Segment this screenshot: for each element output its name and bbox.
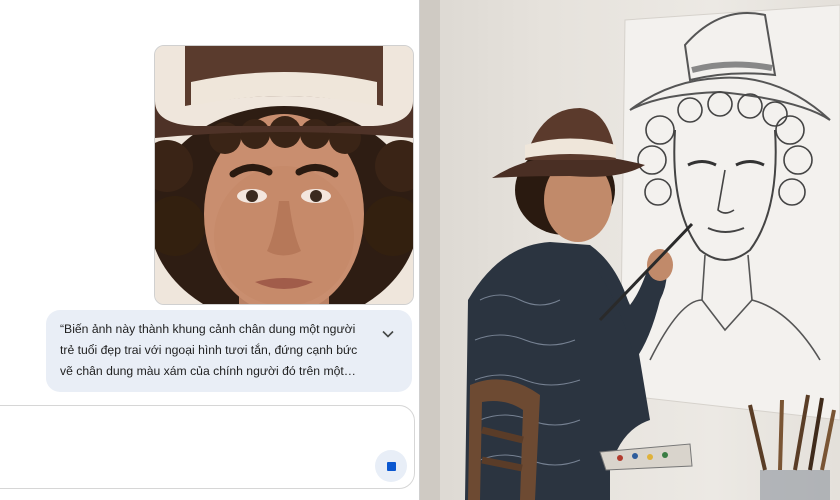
uploaded-photo[interactable] [154,45,414,305]
stop-button[interactable] [375,450,407,482]
generated-image[interactable] [420,0,840,500]
generated-scene [420,0,840,500]
chat-panel: “Biến ảnh này thành khung cảnh chân dung… [0,0,420,500]
chat-input-box[interactable] [0,405,415,489]
prompt-text: “Biến ảnh này thành khung cảnh chân dung… [60,322,358,378]
user-prompt-bubble: “Biến ảnh này thành khung cảnh chân dung… [46,310,412,392]
expand-prompt-button[interactable] [378,324,398,344]
portrait-image [155,46,413,304]
chevron-down-icon [382,330,394,338]
stop-icon [386,461,396,471]
